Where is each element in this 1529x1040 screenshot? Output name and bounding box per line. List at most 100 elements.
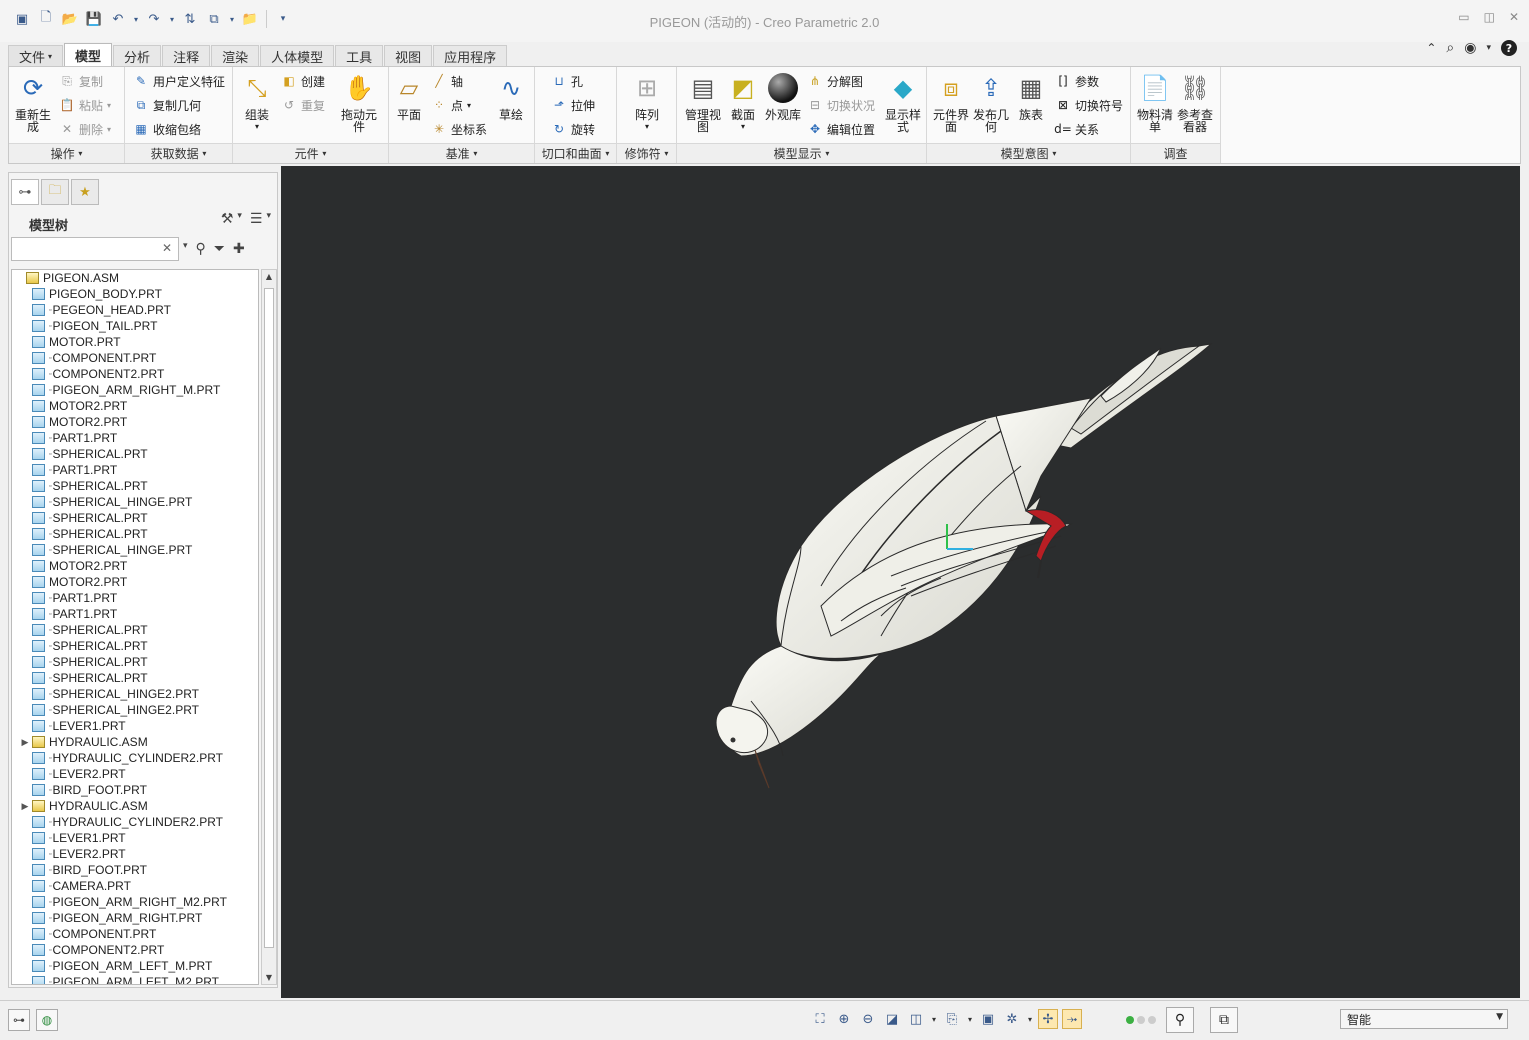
- datum-display-icon[interactable]: ✲: [1002, 1009, 1022, 1029]
- parameters-button[interactable]: [] 参数: [1055, 71, 1099, 91]
- tree-item[interactable]: ▫ PIGEON_ARM_RIGHT.PRT: [12, 910, 258, 926]
- sketch-button[interactable]: ∿ 草绘: [489, 71, 533, 121]
- tree-item[interactable]: ▫ SPHERICAL.PRT: [12, 446, 258, 462]
- copy-geometry-button[interactable]: ⧉ 复制几何: [133, 95, 201, 115]
- section-button[interactable]: ◩ 截面 ▾: [721, 71, 765, 133]
- close-icon[interactable]: ✕: [1509, 10, 1519, 24]
- delete-button[interactable]: ✕ 删除 ▾: [59, 119, 111, 139]
- tree-item[interactable]: ▫ SPHERICAL.PRT: [12, 622, 258, 638]
- toggle-status-button[interactable]: ⊟ 切换状况: [807, 95, 875, 115]
- tree-scrollbar[interactable]: ▲ ▼: [261, 269, 277, 985]
- tree-item[interactable]: MOTOR.PRT: [12, 334, 258, 350]
- tree-item[interactable]: ▫ SPHERICAL.PRT: [12, 510, 258, 526]
- scrollbar-thumb[interactable]: [264, 288, 274, 948]
- tree-item[interactable]: ▫ LEVER1.PRT: [12, 718, 258, 734]
- selection-filter-select[interactable]: 智能 ▼: [1340, 1009, 1508, 1029]
- tab-view[interactable]: 视图: [384, 45, 433, 66]
- tree-item[interactable]: ▫ LEVER2.PRT: [12, 766, 258, 782]
- tree-item[interactable]: MOTOR2.PRT: [12, 398, 258, 414]
- clear-icon[interactable]: ✕: [162, 241, 172, 255]
- group-label-datum[interactable]: 基准 ▾: [389, 143, 534, 163]
- selection-buffer-button[interactable]: ⧉: [1210, 1007, 1238, 1033]
- toggle-browser-button[interactable]: ◍: [36, 1009, 58, 1031]
- revolve-button[interactable]: ↻ 旋转: [551, 119, 595, 139]
- community-dropdown-icon[interactable]: ▾: [1486, 43, 1491, 53]
- tree-item[interactable]: ▫ BIRD_FOOT.PRT: [12, 782, 258, 798]
- group-label-get-data[interactable]: 获取数据 ▾: [125, 143, 232, 163]
- datum-display-dropdown-icon[interactable]: ▾: [1026, 1009, 1034, 1029]
- tree-item[interactable]: ▫ SPHERICAL_HINGE.PRT: [12, 494, 258, 510]
- tree-item[interactable]: ▫ LEVER1.PRT: [12, 830, 258, 846]
- view-manager-button[interactable]: ▤ 管理视图: [681, 71, 725, 133]
- tree-item[interactable]: ▫ COMPONENT2.PRT: [12, 366, 258, 382]
- tab-file[interactable]: 文件 ▾: [8, 45, 64, 66]
- group-label-model-display[interactable]: 模型显示 ▾: [677, 143, 926, 163]
- component-interface-button[interactable]: ⧈ 元件界面: [929, 71, 973, 133]
- refit-icon[interactable]: ⛶: [810, 1009, 830, 1029]
- family-table-button[interactable]: ▦ 族表: [1009, 71, 1053, 121]
- assemble-button[interactable]: ⤡ 组装 ▾: [235, 71, 279, 133]
- tree-item[interactable]: ▫ PIGEON_ARM_RIGHT_M2.PRT: [12, 894, 258, 910]
- filter-icon[interactable]: ⏷: [214, 241, 225, 257]
- reference-viewer-button[interactable]: ⛓ 参考查看器: [1173, 71, 1217, 133]
- tree-item[interactable]: ▫ PART1.PRT: [12, 606, 258, 622]
- tree-item[interactable]: ▫ COMPONENT2.PRT: [12, 942, 258, 958]
- tree-item[interactable]: MOTOR2.PRT: [12, 574, 258, 590]
- axis-button[interactable]: ╱ 轴: [431, 71, 463, 91]
- minimize-icon[interactable]: ▭: [1458, 10, 1469, 24]
- tree-item[interactable]: ▫ SPHERICAL.PRT: [12, 670, 258, 686]
- exploded-view-button[interactable]: ⋔ 分解图: [807, 71, 863, 91]
- help-icon[interactable]: ?: [1501, 40, 1517, 56]
- zoom-out-icon[interactable]: ⊖: [858, 1009, 878, 1029]
- tree-item[interactable]: ▫ SPHERICAL.PRT: [12, 654, 258, 670]
- appearance-gallery-button[interactable]: 外观库: [761, 71, 805, 121]
- tree-item[interactable]: ▫ COMPONENT.PRT: [12, 926, 258, 942]
- tree-item[interactable]: ▫ PART1.PRT: [12, 462, 258, 478]
- tree-item[interactable]: ▫ CAMERA.PRT: [12, 878, 258, 894]
- saved-orientations-dropdown-icon[interactable]: ▾: [966, 1009, 974, 1029]
- view-manager-icon[interactable]: ▣: [978, 1009, 998, 1029]
- saved-orientations-icon[interactable]: ⎘: [942, 1009, 962, 1029]
- tree-item[interactable]: ▶ HYDRAULIC.ASM: [12, 798, 258, 814]
- spin-center-icon[interactable]: ✢: [1038, 1009, 1058, 1029]
- tree-item[interactable]: ▫ SPHERICAL.PRT: [12, 526, 258, 542]
- toggle-symbols-button[interactable]: ⊠ 切换符号: [1055, 95, 1123, 115]
- tab-annotate[interactable]: 注释: [162, 45, 211, 66]
- expand-arrow-icon[interactable]: ▶: [18, 801, 32, 812]
- tree-item[interactable]: ▫ HYDRAULIC_CYLINDER2.PRT: [12, 814, 258, 830]
- copy-button[interactable]: ⎘ 复制: [59, 71, 103, 91]
- search-dropdown-icon[interactable]: ▾: [183, 241, 188, 257]
- tree-item[interactable]: PIGEON.ASM: [12, 270, 258, 286]
- relations-button[interactable]: d= 关系: [1054, 119, 1099, 139]
- group-label-component[interactable]: 元件 ▾: [233, 143, 388, 163]
- tree-item[interactable]: MOTOR2.PRT: [12, 558, 258, 574]
- collapse-ribbon-icon[interactable]: ⌃: [1426, 41, 1436, 55]
- hole-button[interactable]: ⊔ 孔: [551, 71, 583, 91]
- plane-button[interactable]: ▱ 平面: [387, 71, 431, 121]
- tree-item[interactable]: ▫ PART1.PRT: [12, 590, 258, 606]
- expand-arrow-icon[interactable]: ▶: [18, 737, 32, 748]
- scroll-up-icon[interactable]: ▲: [262, 272, 276, 281]
- tree-item[interactable]: ▫ BIRD_FOOT.PRT: [12, 862, 258, 878]
- settings-dropdown-icon[interactable]: ▾: [237, 211, 242, 227]
- tree-item[interactable]: ▫ PIGEON_TAIL.PRT: [12, 318, 258, 334]
- group-label-operations[interactable]: 操作 ▾: [9, 143, 124, 163]
- add-icon[interactable]: ✚: [233, 241, 245, 257]
- graphics-window[interactable]: [281, 166, 1520, 998]
- drag-components-button[interactable]: ✋ 拖动元件: [337, 71, 381, 133]
- group-label-model-intent[interactable]: 模型意图 ▾: [927, 143, 1130, 163]
- tree-item[interactable]: ▫ SPHERICAL_HINGE2.PRT: [12, 686, 258, 702]
- favorites-tab[interactable]: ★: [71, 179, 99, 205]
- search-icon[interactable]: ⌕: [1446, 40, 1454, 56]
- show-dropdown-icon[interactable]: ▾: [266, 211, 271, 227]
- tree-item[interactable]: ▫ PIGEON_ARM_RIGHT_M.PRT: [12, 382, 258, 398]
- tab-manikin[interactable]: 人体模型: [260, 45, 335, 66]
- find-button[interactable]: ⚲: [1166, 1007, 1194, 1033]
- tree-item[interactable]: ▫ SPHERICAL_HINGE2.PRT: [12, 702, 258, 718]
- toggle-navigator-button[interactable]: ⊶: [8, 1009, 30, 1031]
- tab-tools[interactable]: 工具: [335, 45, 384, 66]
- tab-applications[interactable]: 应用程序: [433, 45, 508, 66]
- tree-item[interactable]: ▫ SPHERICAL_HINGE.PRT: [12, 542, 258, 558]
- tree-item[interactable]: ▶ HYDRAULIC.ASM: [12, 734, 258, 750]
- tree-item[interactable]: ▫ PART1.PRT: [12, 430, 258, 446]
